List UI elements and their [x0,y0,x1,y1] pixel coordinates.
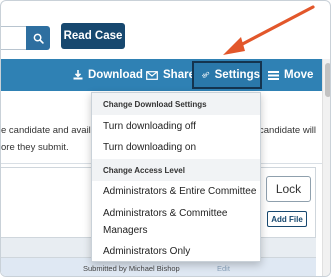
lock-button[interactable]: Lock [266,176,311,202]
share-button[interactable]: Share [146,59,195,91]
download-icon [73,70,83,80]
read-case-button[interactable]: Read Case [61,23,125,49]
gears-icon [202,71,210,78]
menu-item-downloading-on[interactable]: Turn downloading on [92,139,260,156]
menu-item-admins-committee-managers[interactable]: Administrators & Committee Managers [92,205,232,239]
envelope-icon [146,70,158,80]
body-text-line-1-right: candidate will [259,125,317,136]
scrollbar-thumb[interactable] [325,63,330,97]
case-toolbar: Download Share Settings Move [1,59,322,91]
search-icon [33,33,44,44]
add-file-button[interactable]: Add File [267,211,307,227]
body-text-line-1-left: e candidate and availa [1,125,97,136]
menu-item-admins-only[interactable]: Administrators Only [92,243,260,260]
share-label: Share [163,69,195,81]
settings-button[interactable]: Settings [192,61,262,89]
application-frame: Read Case Download Share Settings Move e… [0,0,331,277]
move-label: Move [284,69,314,81]
scrollbar[interactable] [322,59,330,276]
body-text-line-2: ore they submit. [1,142,69,153]
download-button[interactable]: Download [73,59,143,91]
settings-label: Settings [214,69,260,81]
search-button[interactable] [26,26,50,50]
dropdown-header-access: Change Access Level [92,159,260,181]
move-button[interactable]: Move [268,59,313,91]
submitted-by-text: Submitted by Michael Bishop [83,264,180,273]
move-icon [268,70,279,80]
settings-dropdown: Change Download Settings Turn downloadin… [91,92,261,262]
dropdown-header-download: Change Download Settings [92,93,260,115]
menu-item-admins-entire-committee[interactable]: Administrators & Entire Committee [92,183,260,200]
pointer-arrow [223,5,315,55]
search-input[interactable] [1,26,27,50]
edit-link[interactable]: Edit [217,264,230,273]
download-label: Download [88,69,143,81]
menu-item-downloading-off[interactable]: Turn downloading off [92,118,260,135]
